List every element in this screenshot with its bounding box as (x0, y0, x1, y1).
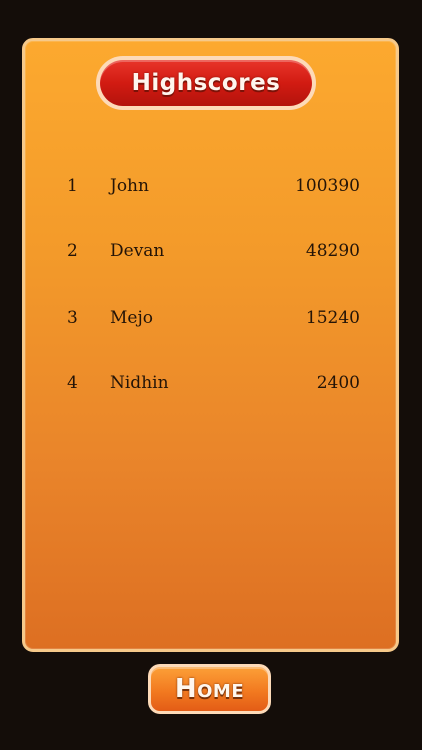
score-row: 3 Mejo 15240 (22, 308, 399, 338)
title-badge-inner: Highscores (100, 60, 312, 106)
score-rank: 1 (67, 176, 78, 196)
score-row: 4 Nidhin 2400 (22, 373, 399, 403)
score-name: Mejo (110, 308, 153, 328)
home-button-label: Home (174, 674, 245, 704)
home-button[interactable]: Home (148, 664, 271, 714)
score-rank: 4 (67, 373, 78, 393)
highscores-panel (22, 38, 399, 652)
score-name: John (110, 176, 149, 196)
score-name: Devan (110, 241, 165, 261)
home-button-inner[interactable]: Home (151, 667, 268, 711)
score-rank: 2 (67, 241, 78, 261)
score-rank: 3 (67, 308, 78, 328)
score-name: Nidhin (110, 373, 169, 393)
score-value: 15240 (305, 308, 360, 328)
score-value: 2400 (316, 373, 360, 393)
highscores-title-badge: Highscores (96, 56, 316, 110)
score-row: 1 John 100390 (22, 176, 399, 206)
page-title: Highscores (131, 70, 281, 96)
score-value: 48290 (305, 241, 360, 261)
score-value: 100390 (295, 176, 360, 196)
score-row: 2 Devan 48290 (22, 241, 399, 271)
